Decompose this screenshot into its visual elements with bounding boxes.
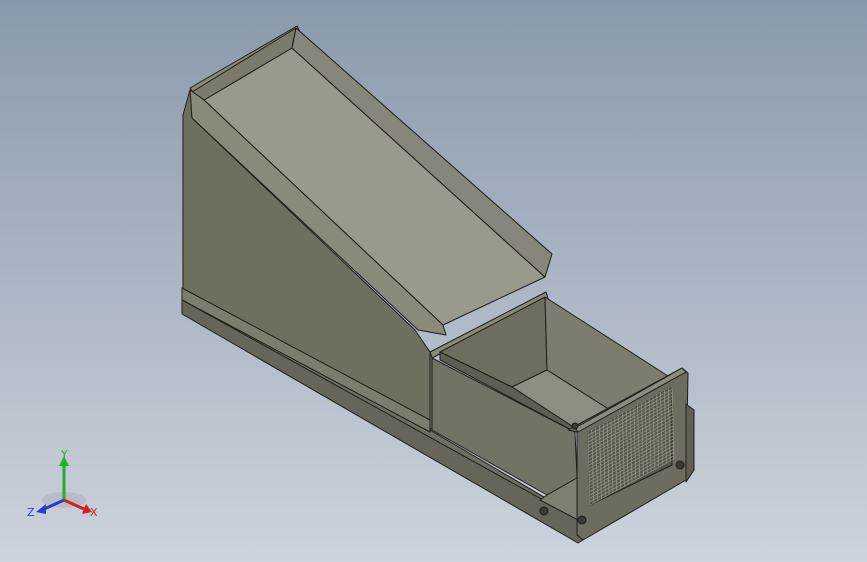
end-side-bracket: [685, 403, 695, 483]
graphics-viewport[interactable]: Y X Z: [0, 0, 867, 562]
bolt-end-right: [675, 460, 685, 470]
z-axis-arrow: [36, 504, 46, 514]
cad-model-hopper-feeder[interactable]: [0, 0, 867, 562]
bolt-end-lower: [577, 515, 587, 525]
y-axis-label: Y: [60, 448, 68, 461]
x-axis-label: X: [90, 506, 98, 519]
orientation-triad[interactable]: Y X Z: [26, 448, 106, 524]
bolt-inner: [571, 422, 579, 430]
z-axis-label: Z: [27, 506, 35, 519]
bolt-front-lower: [539, 506, 549, 516]
